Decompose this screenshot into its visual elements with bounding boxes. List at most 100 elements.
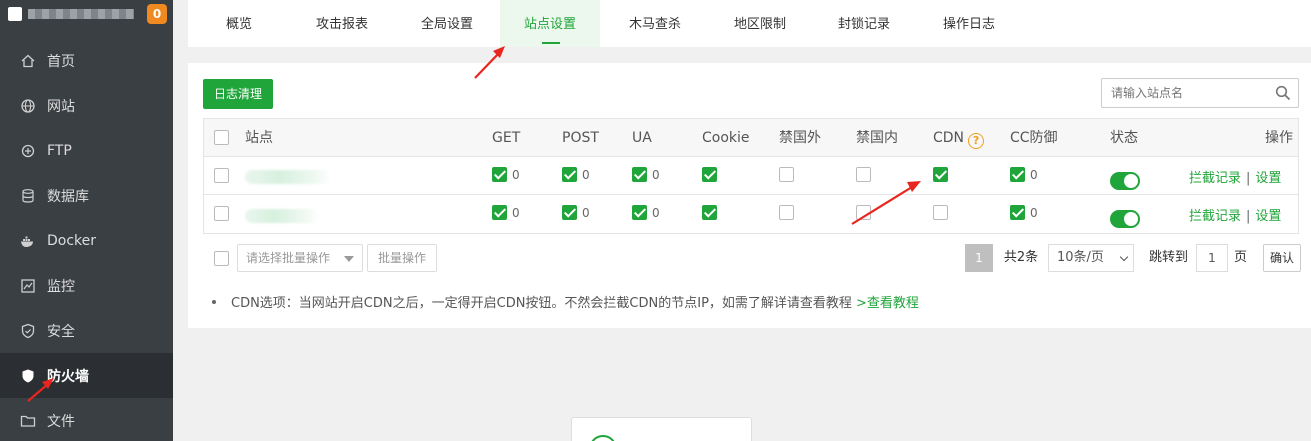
total-count: 共2条: [1003, 250, 1039, 265]
sidebar-item-monitor[interactable]: 监控: [0, 263, 173, 308]
cc-checkbox[interactable]: [1010, 205, 1025, 220]
sidebar-item-files[interactable]: 文件: [0, 398, 173, 441]
row-checkbox[interactable]: [214, 206, 229, 221]
sidebar-item-security[interactable]: 安全: [0, 308, 173, 353]
notification-badge[interactable]: 0: [147, 4, 167, 24]
row-checkbox[interactable]: [214, 168, 229, 183]
col-ban-domestic: 禁国内: [856, 130, 898, 146]
site-table: 站点 GET POST UA Cookie 禁国外 禁国内 CDN? CC防御 …: [203, 118, 1299, 234]
chevron-down-icon: [1119, 252, 1129, 262]
ban-domestic-checkbox[interactable]: [856, 167, 871, 182]
cookie-checkbox[interactable]: [702, 205, 717, 220]
post-checkbox[interactable]: [562, 205, 577, 220]
tab-site-settings[interactable]: 站点设置: [500, 0, 600, 47]
jump-page-input[interactable]: 1: [1196, 244, 1228, 272]
tutorial-link[interactable]: >查看教程: [856, 296, 919, 311]
sidebar-item-label: 数据库: [47, 188, 89, 205]
sidebar-item-ftp[interactable]: FTP: [0, 128, 173, 173]
col-cookie: Cookie: [702, 130, 750, 146]
jump-label: 跳转到: [1149, 250, 1189, 265]
col-ban-foreign: 禁国外: [779, 130, 821, 146]
page-size-select[interactable]: 10条/页: [1048, 244, 1134, 272]
col-status: 状态: [1110, 130, 1138, 146]
ban-domestic-checkbox[interactable]: [856, 205, 871, 220]
cc-count: 0: [1030, 206, 1038, 220]
caret-down-icon: [344, 256, 354, 262]
clear-log-button[interactable]: 日志清理: [203, 79, 273, 109]
row-operations: 拦截记录 | 设置: [1189, 205, 1281, 224]
get-count: 0: [512, 206, 520, 220]
col-post: POST: [562, 130, 599, 146]
post-checkbox[interactable]: [562, 167, 577, 182]
sidebar-item-website[interactable]: 网站: [0, 83, 173, 128]
folder-icon: [20, 413, 36, 429]
sidebar-item-docker[interactable]: Docker: [0, 218, 173, 263]
cc-checkbox[interactable]: [1010, 167, 1025, 182]
select-all-checkbox[interactable]: [214, 130, 229, 145]
status-toggle[interactable]: [1110, 172, 1140, 190]
cookie-checkbox[interactable]: [702, 167, 717, 182]
cdn-note-text: CDN选项：当网站开启CDN之后，一定得开启CDN按钮。不然会拦截CDN的节点I…: [231, 296, 852, 311]
tab-attack-report[interactable]: 攻击报表: [290, 0, 394, 47]
table-row: 0 0 0 0 拦截记录 | 设置: [204, 157, 1298, 195]
tab-overview[interactable]: 概览: [188, 0, 290, 47]
sidebar-item-home[interactable]: 首页: [0, 38, 173, 83]
ua-count: 0: [652, 168, 660, 182]
firewall-icon: [20, 368, 36, 384]
sidebar-item-firewall[interactable]: 防火墙: [0, 353, 173, 398]
site-name-redacted: [245, 170, 331, 184]
database-icon: [20, 188, 36, 204]
loading-ring-icon: [589, 435, 617, 441]
docker-icon: [20, 233, 36, 249]
monitor-icon: [20, 278, 36, 294]
ua-checkbox[interactable]: [632, 205, 647, 220]
post-count: 0: [582, 168, 590, 182]
shield-icon: [20, 323, 36, 339]
search-icon[interactable]: [1275, 85, 1291, 101]
tab-region-limit[interactable]: 地区限制: [710, 0, 810, 47]
col-get: GET: [492, 130, 521, 146]
tab-operation-log[interactable]: 操作日志: [918, 0, 1020, 47]
row-operations: 拦截记录 | 设置: [1189, 167, 1281, 186]
site-name-redacted: [245, 209, 319, 223]
settings-link[interactable]: 设置: [1255, 209, 1281, 224]
intercept-log-link[interactable]: 拦截记录: [1189, 171, 1241, 186]
home-icon: [20, 53, 36, 69]
jump-confirm-button[interactable]: 确认: [1263, 244, 1301, 272]
cdn-checkbox[interactable]: [933, 205, 948, 220]
site-search-input[interactable]: [1102, 79, 1267, 107]
server-logo-icon: [8, 7, 22, 21]
sidebar-item-label: 防火墙: [47, 368, 89, 385]
table-row: 0 0 0 0 拦截记录 | 设置: [204, 195, 1298, 233]
firewall-tabs: 概览 攻击报表 全局设置 站点设置 木马查杀 地区限制 封锁记录 操作日志: [188, 0, 1311, 47]
sidebar-item-label: 网站: [47, 98, 75, 115]
cdn-checkbox[interactable]: [933, 167, 948, 182]
tab-block-records[interactable]: 封锁记录: [810, 0, 918, 47]
col-cdn-label: CDN: [933, 130, 965, 146]
get-checkbox[interactable]: [492, 205, 507, 220]
settings-link[interactable]: 设置: [1255, 171, 1281, 186]
sidebar-item-database[interactable]: 数据库: [0, 173, 173, 218]
page-number-current[interactable]: 1: [965, 244, 993, 272]
batch-operation-select[interactable]: 请选择批量操作: [237, 244, 363, 272]
intercept-log-link[interactable]: 拦截记录: [1189, 209, 1241, 224]
ban-foreign-checkbox[interactable]: [779, 205, 794, 220]
ops-separator: |: [1246, 171, 1251, 186]
page-size-value: 10条/页: [1057, 250, 1104, 265]
cc-count: 0: [1030, 168, 1038, 182]
cdn-note: CDN选项：当网站开启CDN之后，一定得开启CDN按钮。不然会拦截CDN的节点I…: [212, 292, 919, 311]
status-toggle[interactable]: [1110, 210, 1140, 228]
tab-global-settings[interactable]: 全局设置: [394, 0, 500, 47]
sidebar-header: 0: [0, 0, 173, 30]
ban-foreign-checkbox[interactable]: [779, 167, 794, 182]
col-cdn: CDN?: [933, 119, 985, 157]
sidebar-item-label: 首页: [47, 53, 75, 70]
help-icon[interactable]: ?: [968, 133, 985, 149]
sidebar-item-label: Docker: [47, 232, 97, 249]
batch-select-checkbox[interactable]: [214, 251, 229, 266]
get-checkbox[interactable]: [492, 167, 507, 182]
tab-trojan-scan[interactable]: 木马查杀: [600, 0, 710, 47]
sidebar: 0 首页 网站 FTP 数据库 Docker 监控 安全 防火墙 文件: [0, 0, 173, 441]
ua-checkbox[interactable]: [632, 167, 647, 182]
batch-operation-button[interactable]: 批量操作: [367, 244, 437, 272]
